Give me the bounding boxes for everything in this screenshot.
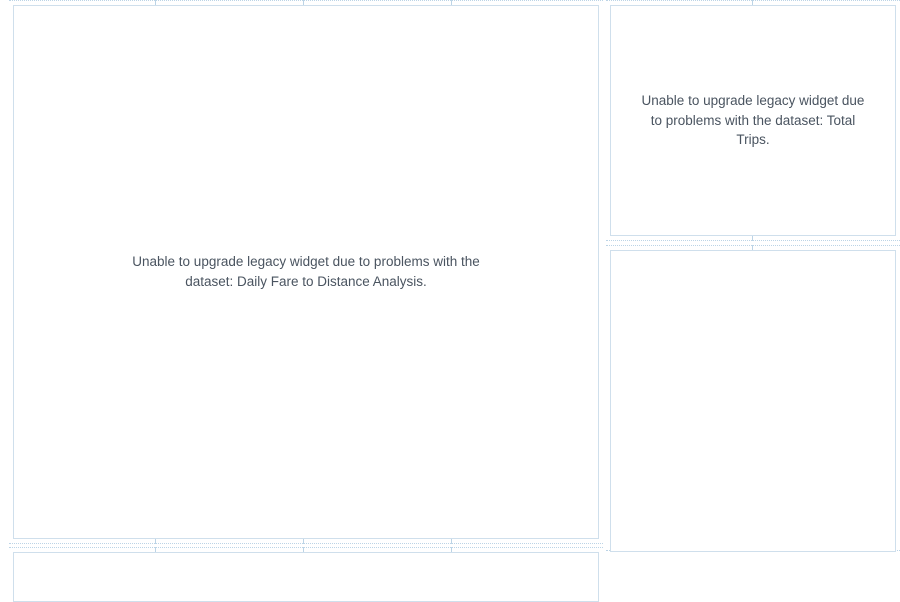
widget-content	[13, 552, 599, 602]
widget-panel-below[interactable]	[9, 547, 603, 555]
widget-content: Unable to upgrade legacy widget due to p…	[610, 5, 896, 236]
dashboard-grid: Unable to upgrade legacy widget due to p…	[0, 0, 900, 551]
widget-content	[610, 250, 896, 552]
widget-panel-empty[interactable]	[606, 245, 900, 551]
widget-panel-daily-fare-distance[interactable]: Unable to upgrade legacy widget due to p…	[9, 0, 603, 544]
widget-error-message: Unable to upgrade legacy widget due to p…	[635, 91, 871, 150]
widget-panel-total-trips[interactable]: Unable to upgrade legacy widget due to p…	[606, 0, 900, 241]
widget-content: Unable to upgrade legacy widget due to p…	[13, 5, 599, 539]
widget-error-message: Unable to upgrade legacy widget due to p…	[126, 252, 486, 291]
